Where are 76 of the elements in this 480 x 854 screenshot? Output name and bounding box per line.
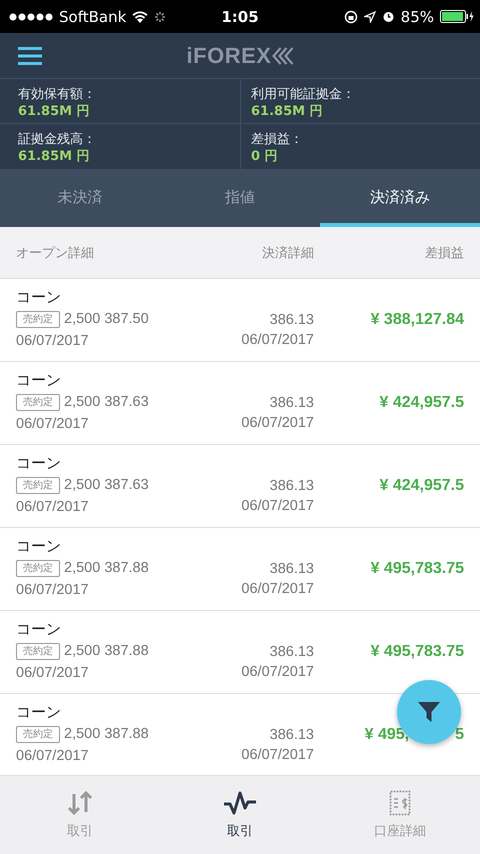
close-price: 386.13 xyxy=(270,394,314,413)
pulse-icon xyxy=(223,790,257,816)
order-badge: 売約定 xyxy=(16,394,60,410)
battery-icon xyxy=(440,10,474,23)
trade-row[interactable]: コーン 売約定 2,500 387.63 06/07/2017 386.13 06/07/2017 ¥ 424,957.5 xyxy=(0,362,480,445)
instrument-name: コーン xyxy=(16,702,61,722)
profit-value: ¥ 495,783.75 xyxy=(370,643,464,662)
order-badge: 売約定 xyxy=(16,476,60,494)
receipt-icon xyxy=(389,790,411,816)
alarm-icon xyxy=(382,10,395,23)
trade-row[interactable]: コーン 売約定 2,500 387.88 06/07/2017 386.13 06/07/2017 ¥ 495,783.75 xyxy=(0,528,480,611)
close-price: 386.13 xyxy=(270,311,314,330)
signal-icon xyxy=(9,12,53,20)
profit-value-end: 5 xyxy=(455,726,464,745)
clock-time: 1:05 xyxy=(221,8,259,26)
open-date: 06/07/2017 xyxy=(16,415,89,434)
summary-value: 61.85M 円 xyxy=(18,103,90,120)
open-details: 2,500 387.88 xyxy=(64,642,149,661)
summary-value: 61.85M 円 xyxy=(251,103,323,120)
open-details: 2,500 387.88 xyxy=(64,559,149,578)
carrier-name: SoftBank xyxy=(59,8,126,26)
open-details: 2,500 387.63 xyxy=(64,393,149,412)
open-date: 06/07/2017 xyxy=(16,332,89,351)
open-date: 06/07/2017 xyxy=(16,747,89,766)
summary-label: 差損益： xyxy=(251,131,303,148)
spinner-icon xyxy=(154,10,166,22)
profit-value: ¥ 495,783.75 xyxy=(370,560,464,579)
close-date: 06/07/2017 xyxy=(241,497,314,516)
column-header: 差損益 xyxy=(424,244,464,262)
summary-value: 0 円 xyxy=(251,148,278,165)
trade-row[interactable]: コーン 売約定 2,500 387.50 06/07/2017 386.13 06/07/2017 ¥ 388,127.84 xyxy=(0,279,480,362)
close-date: 06/07/2017 xyxy=(241,414,314,433)
summary-label: 利用可能証拠金： xyxy=(251,86,355,103)
chevrons-icon xyxy=(271,46,294,64)
battery-percent: 85% xyxy=(400,8,434,26)
close-date: 06/07/2017 xyxy=(241,331,314,350)
order-badge: 売約定 xyxy=(16,642,60,660)
menu-icon[interactable] xyxy=(18,46,42,64)
open-date: 06/07/2017 xyxy=(16,581,89,600)
instrument-name: コーン xyxy=(16,287,61,307)
summary-label: 有効保有額： xyxy=(18,86,96,103)
trade-row[interactable]: コーン 売約定 2,500 387.63 06/07/2017 386.13 06/07/2017 ¥ 424,957.5 xyxy=(0,445,480,528)
summary-label: 証拠金残高： xyxy=(18,131,96,148)
open-date: 06/07/2017 xyxy=(16,664,89,683)
close-date: 06/07/2017 xyxy=(241,580,314,599)
close-price: 386.13 xyxy=(270,726,314,745)
close-price: 386.13 xyxy=(270,477,314,496)
close-price: 386.13 xyxy=(270,560,314,579)
summary-value: 61.85M 円 xyxy=(18,148,90,165)
logo-text: iFOREX xyxy=(186,42,272,68)
instrument-name: コーン xyxy=(16,619,61,639)
order-badge: 売約定 xyxy=(16,310,60,328)
close-price: 386.13 xyxy=(270,643,314,662)
instrument-name: コーン xyxy=(16,536,61,556)
rotation-lock-icon xyxy=(344,10,358,24)
instrument-name: コーン xyxy=(16,370,61,390)
close-date: 06/07/2017 xyxy=(241,746,314,765)
open-details: 2,500 387.50 xyxy=(64,310,149,329)
profit-value: ¥ 388,127.84 xyxy=(370,311,464,330)
filter-icon xyxy=(417,700,441,724)
profit-value: ¥ 495, xyxy=(364,726,410,745)
location-icon xyxy=(364,10,376,22)
open-details: 2,500 387.63 xyxy=(64,476,149,495)
order-badge: 売約定 xyxy=(16,560,60,576)
order-badge: 売約定 xyxy=(16,726,60,742)
close-date: 06/07/2017 xyxy=(241,663,314,682)
column-header: オープン詳細 xyxy=(16,244,95,262)
open-details: 2,500 387.88 xyxy=(64,725,149,744)
arrows-icon xyxy=(66,790,94,816)
nav-item[interactable]: 取引 xyxy=(160,776,320,854)
open-date: 06/07/2017 xyxy=(16,498,89,517)
wifi-icon xyxy=(132,10,148,22)
profit-value: ¥ 424,957.5 xyxy=(379,477,464,496)
profit-value: ¥ 424,957.5 xyxy=(379,394,464,413)
column-header: 決済詳細 xyxy=(261,244,314,262)
instrument-name: コーン xyxy=(16,453,61,473)
